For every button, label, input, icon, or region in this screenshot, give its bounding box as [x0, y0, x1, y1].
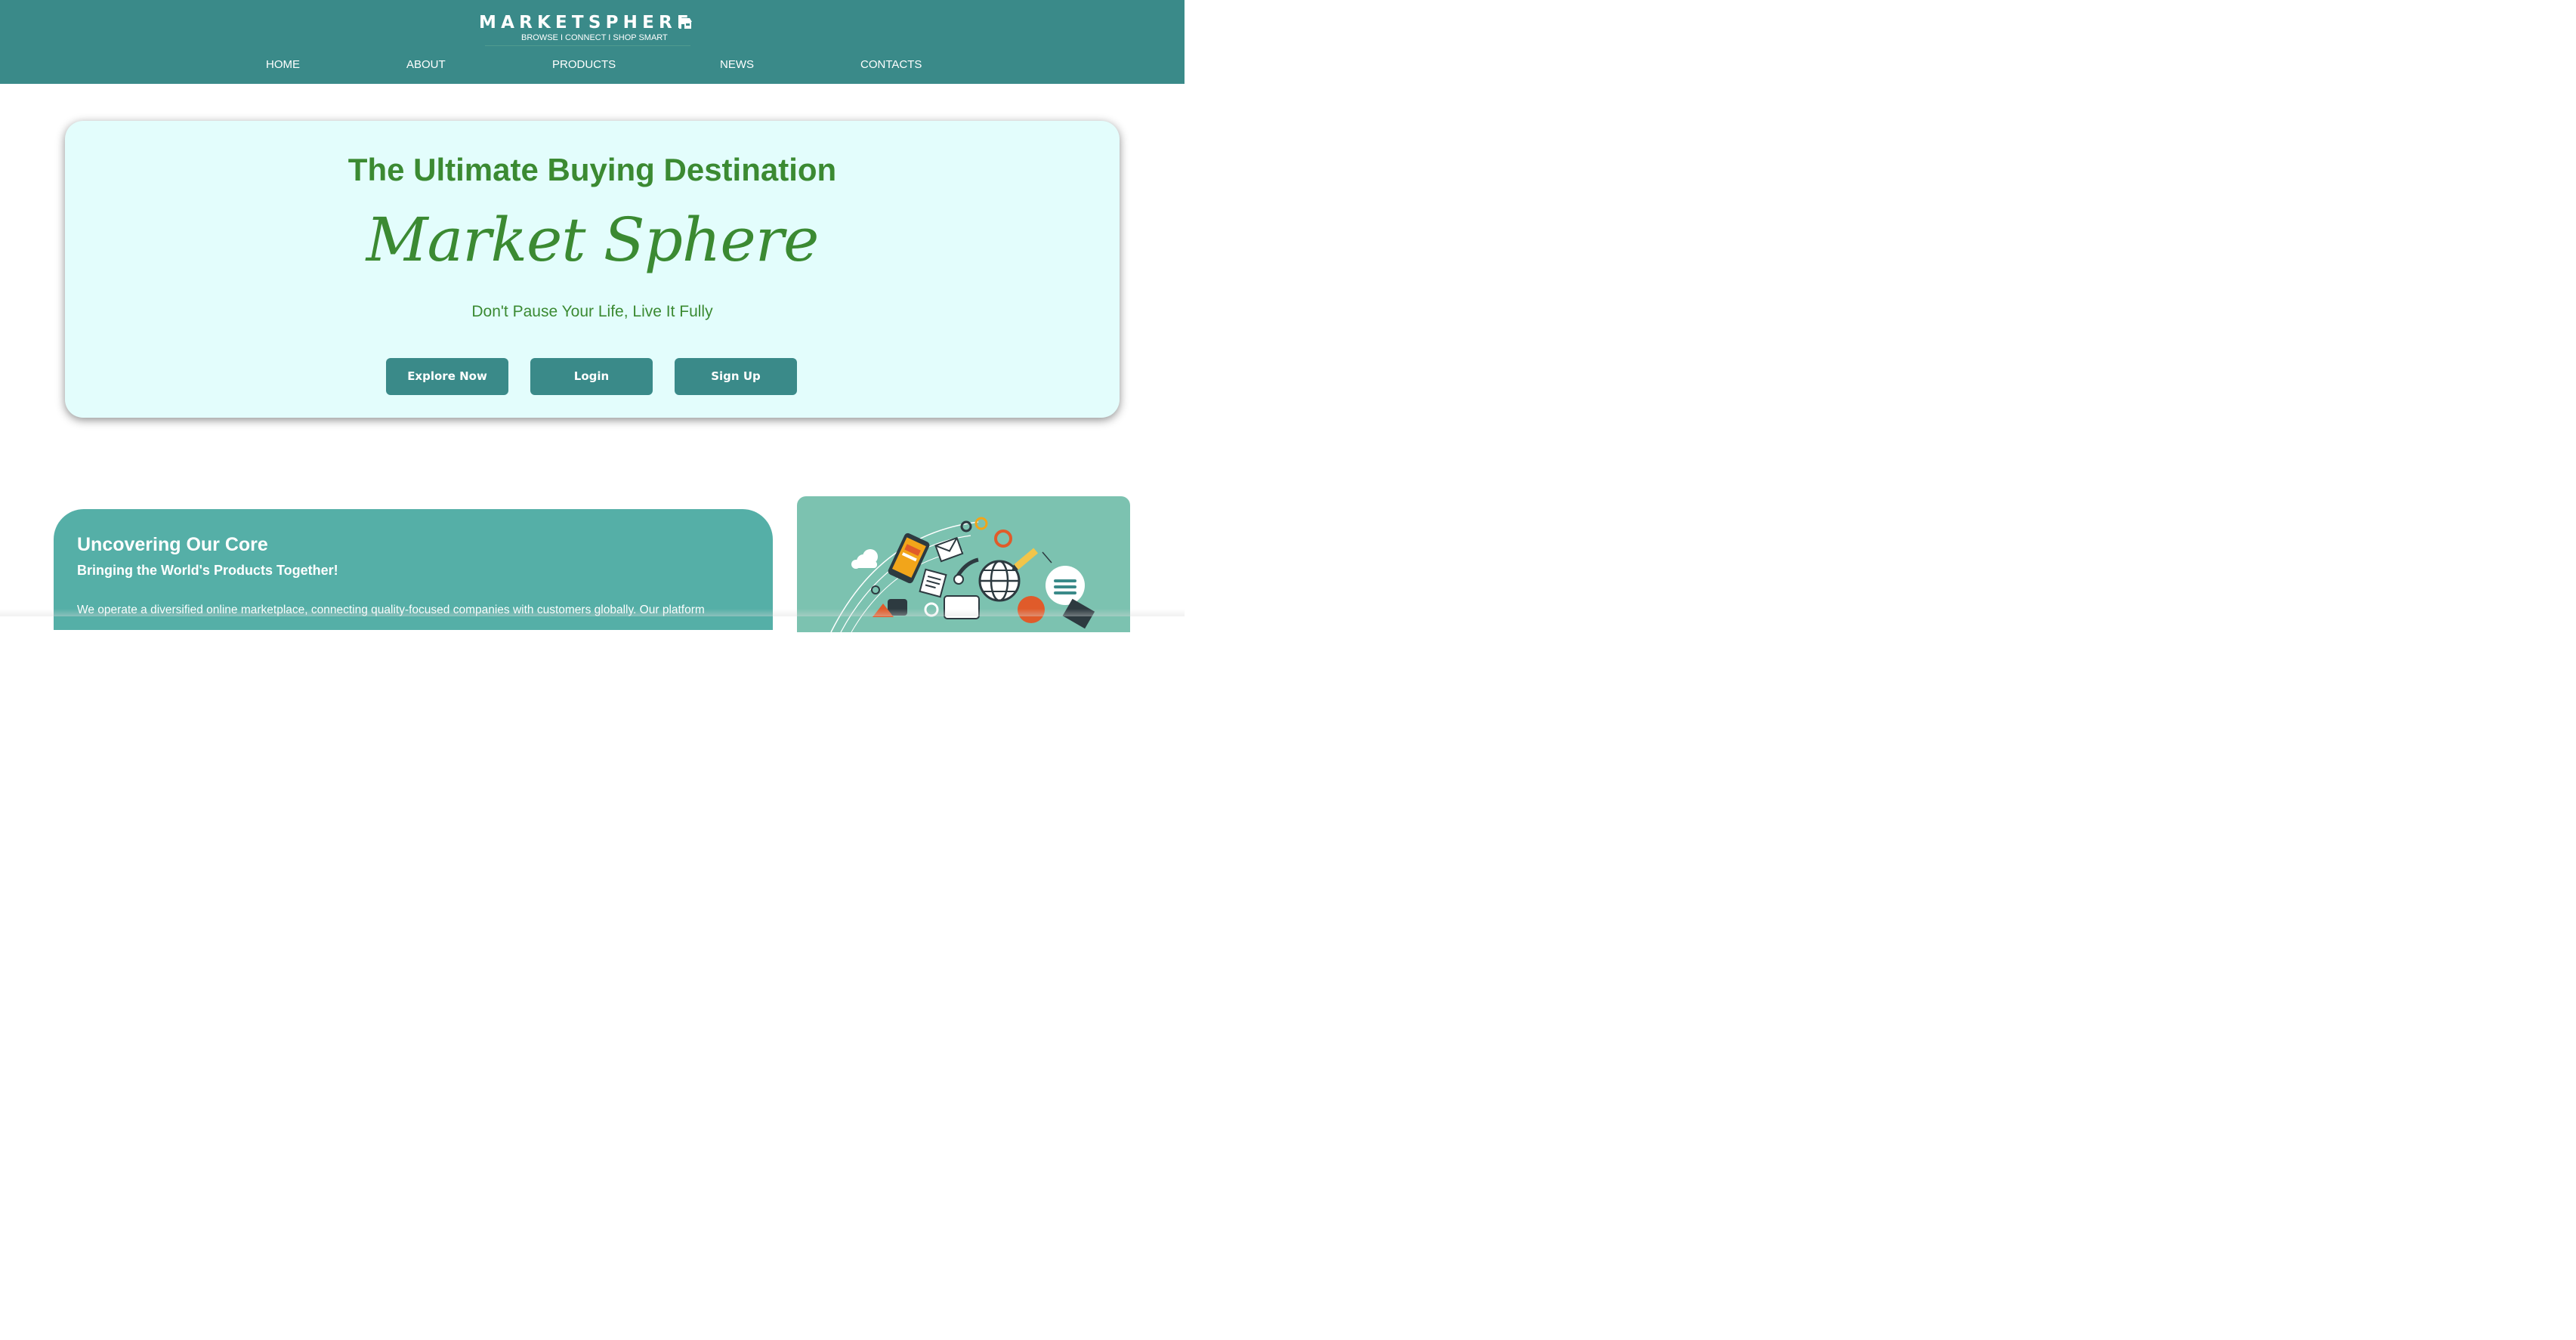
brand-tagline: BROWSE I CONNECT I SHOP SMART	[521, 33, 668, 42]
envelope-icon	[934, 536, 964, 563]
nav-news[interactable]: NEWS	[720, 58, 754, 72]
about-title: Uncovering Our Core	[77, 534, 268, 555]
about-body: We operate a diversified online marketpl…	[77, 604, 705, 616]
explore-now-button[interactable]: Explore Now	[386, 358, 508, 395]
sign-up-button[interactable]: Sign Up	[675, 358, 797, 395]
pencil-icon	[1011, 548, 1039, 571]
hero-card: The Ultimate Buying Destination Market S…	[65, 121, 1120, 418]
site-header: MARKETSPHERE BROWSE I CONNECT I SHOP SMA…	[0, 0, 1185, 84]
nav-home[interactable]: HOME	[266, 58, 300, 72]
chat-menu-icon	[1046, 566, 1085, 605]
nav-products[interactable]: PRODUCTS	[552, 58, 616, 72]
brand-logo[interactable]: MARKETSPHERE BROWSE I CONNECT I SHOP SMA…	[479, 12, 700, 46]
login-button[interactable]: Login	[530, 358, 653, 395]
nav-contacts[interactable]: CONTACTS	[860, 58, 922, 72]
nav-about[interactable]: ABOUT	[406, 58, 446, 72]
storefront-icon	[678, 18, 692, 29]
brand-underline	[485, 45, 690, 46]
illustration-card	[797, 496, 1130, 632]
document-icon	[919, 568, 947, 598]
hero-title: The Ultimate Buying Destination	[347, 152, 837, 187]
about-subtitle: Bringing the World's Products Together!	[77, 563, 338, 578]
marketing-illustration	[830, 517, 1095, 632]
hero-script-title: Market Sphere	[366, 205, 820, 275]
hero-tagline: Don't Pause Your Life, Live It Fully	[471, 303, 713, 320]
brand-name: MARKETSPHERE	[479, 13, 693, 32]
about-section: Uncovering Our Core Bringing the World's…	[54, 509, 773, 630]
cloud-icon	[851, 549, 878, 569]
